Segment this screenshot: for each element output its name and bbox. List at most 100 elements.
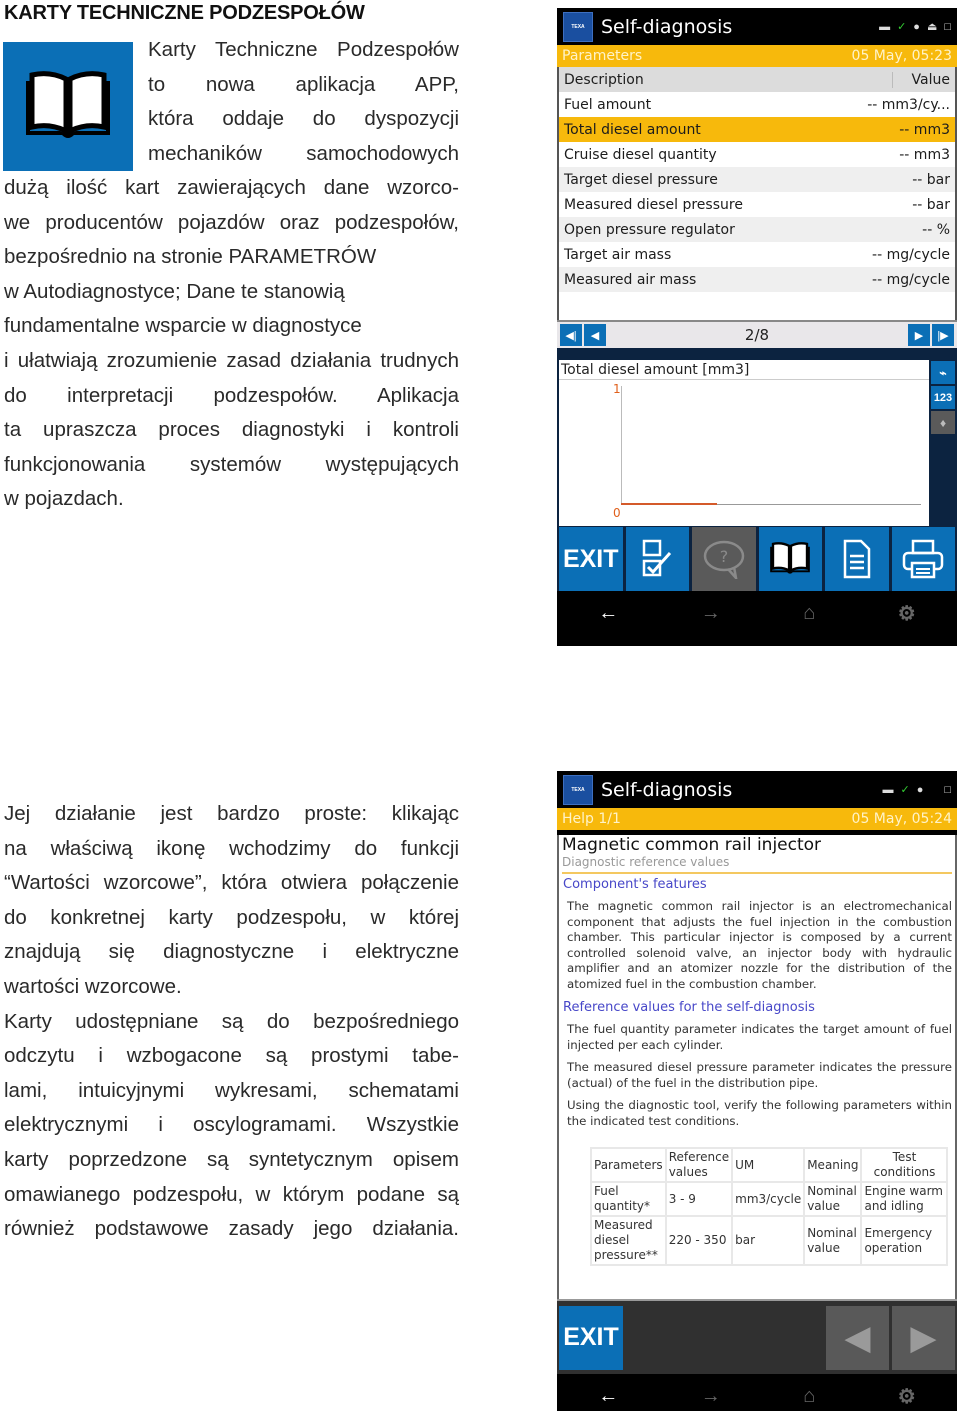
text-line: Karty Techniczne Podzespołów	[148, 38, 459, 61]
reference-text: Using the diagnostic tool, verify the fo…	[567, 1098, 952, 1128]
graph-title: Total diesel amount [mm3]	[559, 360, 929, 380]
prev-page-button[interactable]: ◀	[584, 324, 606, 346]
table-cell: Nominal value	[803, 1215, 863, 1266]
row-value: -- mm3/cy...	[867, 96, 950, 113]
datetime: 05 May, 05:24	[851, 811, 952, 827]
app-title: Self-diagnosis	[601, 778, 733, 801]
text-line: to nowa aplikacja APP,	[148, 72, 459, 96]
datetime: 05 May, 05:23	[851, 48, 952, 64]
header-cell: Parameters	[590, 1147, 667, 1183]
previous-page-button[interactable]: ◀	[826, 1305, 889, 1370]
table-row[interactable]: Target air mass -- mg/cycle	[559, 242, 955, 267]
print-button[interactable]	[891, 527, 955, 591]
card-title: Magnetic common rail injector	[562, 835, 822, 855]
device-screen-parameters: TEXA Self-diagnosis ▬ ✓ ● ⏏ □ Parameters…	[557, 8, 957, 646]
text-line: Karty udostępniane są do bezpośredniego	[4, 1009, 459, 1033]
y-axis	[621, 386, 622, 504]
row-description: Cruise diesel quantity	[564, 146, 717, 163]
system-navbar: ← → ⌂ ⚙	[557, 1374, 957, 1411]
text-line: “Wartości wzorcowe”, która otwiera połąc…	[4, 871, 459, 895]
last-page-button[interactable]: |▶	[932, 324, 954, 346]
section-bar: Help 1/1 05 May, 05:24	[557, 808, 957, 830]
header-cell: Reference values	[664, 1147, 734, 1183]
table-row-selected[interactable]: Total diesel amount -- mm3	[559, 117, 955, 142]
row-value: -- mg/cycle	[872, 271, 950, 288]
line-chart-icon[interactable]: ⌁	[931, 361, 955, 384]
exit-button[interactable]: EXIT	[559, 527, 623, 591]
text-line: znajdują się diagnostyczne i elektryczne	[4, 940, 459, 964]
table-cell: Engine warm and idling	[860, 1181, 949, 1217]
settings-gear-icon[interactable]: ⚙	[898, 1384, 916, 1409]
second-paragraph: Jej działanie jest bardzo proste: klikaj…	[4, 797, 459, 1247]
table-row[interactable]: Target diesel pressure -- bar	[559, 167, 955, 192]
text-line: Jej działanie jest bardzo proste: klikaj…	[4, 802, 459, 825]
row-value: -- mm3	[899, 121, 950, 138]
battery-icon: □	[944, 783, 951, 796]
home-icon[interactable]: ⌂	[803, 602, 815, 625]
column-value: Value	[892, 71, 950, 88]
reference-text: The fuel quantity parameter indicates th…	[567, 1022, 952, 1052]
home-icon[interactable]: ⌂	[803, 1385, 815, 1408]
help-button[interactable]: ?	[692, 527, 756, 591]
settings-gear-icon[interactable]: ⚙	[898, 601, 916, 626]
parameter-graph: Total diesel amount [mm3] 1 0	[559, 360, 929, 526]
section-title: Help 1/1	[562, 811, 621, 827]
table-row[interactable]: Measured air mass -- mg/cycle	[559, 267, 955, 292]
eraser-icon[interactable]: ♦	[931, 411, 955, 434]
table-row[interactable]: Fuel amount -- mm3/cy...	[559, 92, 955, 117]
app-title: Self-diagnosis	[601, 15, 733, 38]
back-arrow-icon[interactable]: ←	[598, 602, 618, 625]
car-icon: ▬	[882, 783, 894, 796]
data-line	[621, 503, 717, 505]
checklist-button[interactable]	[625, 527, 689, 591]
section-heading-features: Component's features	[563, 877, 707, 892]
text-line: do konkretnej karty podzespołu, w której	[4, 905, 459, 929]
back-arrow-icon[interactable]: ←	[598, 1385, 618, 1408]
texa-logo: TEXA	[563, 11, 593, 42]
reference-values-button[interactable]	[758, 527, 822, 591]
section-title: Parameters	[562, 48, 643, 64]
row-description: Target air mass	[564, 246, 672, 263]
help-content[interactable]: Magnetic common rail injector Diagnostic…	[557, 835, 957, 1299]
printer-icon	[903, 539, 944, 579]
y-min-label: 0	[613, 506, 621, 520]
text-line: we producentów pojazdów oraz podzespołów…	[4, 210, 459, 234]
text-line: karty poprzedzone są syntetycznym opisem	[4, 1147, 459, 1171]
text-line: odczytu i wzbogacone są prostymi tabe-	[4, 1044, 459, 1068]
first-page-button[interactable]: ◀|	[560, 324, 582, 346]
row-description: Target diesel pressure	[564, 171, 718, 188]
table-row[interactable]: Measured diesel pressure -- bar	[559, 192, 955, 217]
column-description: Description	[564, 71, 644, 88]
open-book-icon	[26, 70, 110, 138]
table-row: Measured diesel pressure** 220 - 350 bar…	[590, 1215, 949, 1266]
next-page-button[interactable]: ▶	[908, 324, 930, 346]
status-icons: ▬ ✓ ● □	[882, 783, 957, 797]
row-value: -- mm3	[899, 146, 950, 163]
usb-icon: ⏏	[926, 21, 938, 33]
help-footer: EXIT ◀ ▶	[557, 1299, 957, 1374]
table-row[interactable]: Cruise diesel quantity -- mm3	[559, 142, 955, 167]
section-heading-reference: Reference values for the self-diagnosis	[563, 1000, 815, 1015]
row-value: -- mg/cycle	[872, 246, 950, 263]
forward-arrow-icon[interactable]: →	[701, 602, 721, 625]
text-line: lami, intuicyjnymi wykresami, schematami	[4, 1078, 459, 1102]
features-text: The magnetic common rail injector is an …	[567, 899, 952, 991]
header-cell: Meaning	[803, 1147, 863, 1183]
numeric-view-icon[interactable]: 123	[931, 386, 955, 409]
row-description: Open pressure regulator	[564, 221, 735, 238]
exit-button[interactable]: EXIT	[559, 1305, 623, 1370]
text-line: mechaników samochodowych	[148, 141, 459, 165]
table-cell: Measured diesel pressure**	[590, 1215, 667, 1266]
table-header: Description Value	[559, 67, 955, 92]
table-cell: 3 - 9	[664, 1181, 734, 1217]
text-line: w pojazdach.	[4, 487, 124, 511]
document-check-icon: ✓	[897, 21, 907, 33]
texa-logo: TEXA	[563, 774, 593, 805]
next-page-button[interactable]: ▶	[892, 1305, 955, 1370]
table-row[interactable]: Open pressure regulator -- %	[559, 217, 955, 242]
document-button[interactable]	[825, 527, 889, 591]
text-line: omawianego podzespołu, w którym podane s…	[4, 1182, 459, 1206]
system-navbar: ← → ⌂ ⚙	[557, 591, 957, 636]
forward-arrow-icon[interactable]: →	[701, 1385, 721, 1408]
text-line: funkcjonowania systemów występujących	[4, 452, 459, 476]
